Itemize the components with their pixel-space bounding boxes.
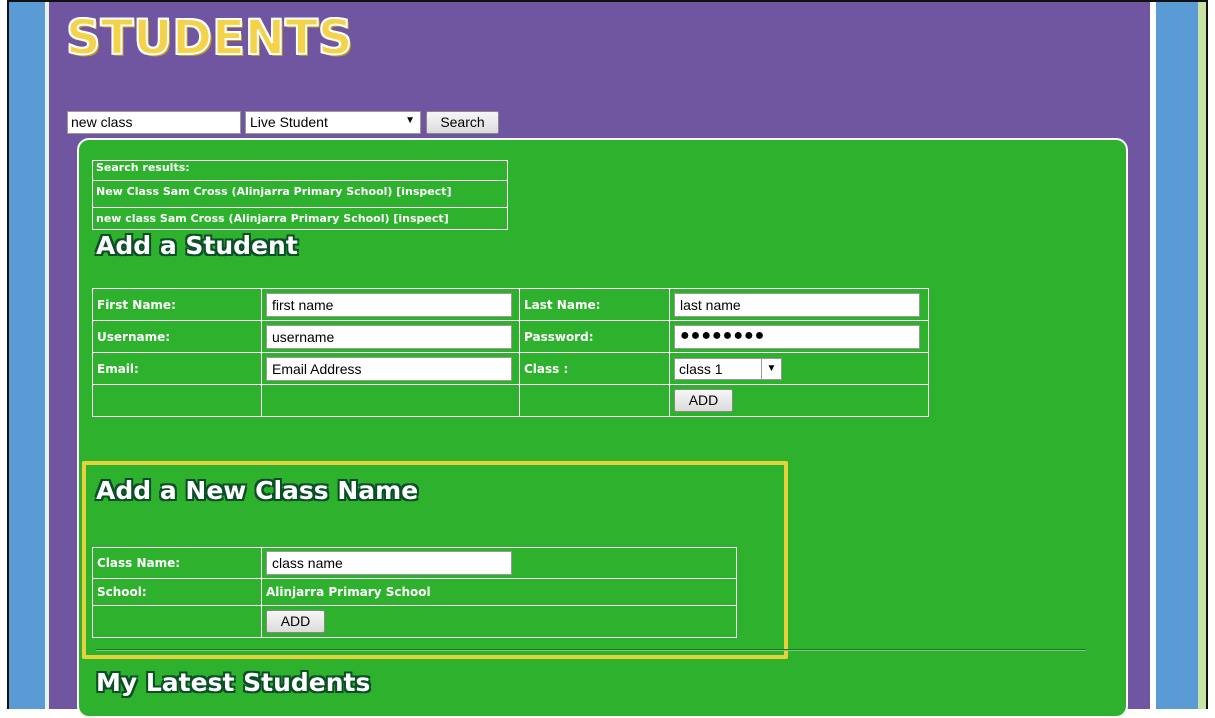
search-type-select[interactable]: Live Student ▼ bbox=[245, 111, 421, 134]
add-student-heading: Add a Student bbox=[96, 231, 298, 260]
search-input[interactable]: new class bbox=[67, 111, 241, 134]
last-name-field[interactable]: last name bbox=[674, 292, 920, 317]
password-label: Password: bbox=[519, 320, 670, 353]
add-student-button[interactable]: ADD bbox=[674, 389, 733, 412]
search-button[interactable]: Search bbox=[426, 111, 499, 134]
password-field[interactable]: ●●●●●●●● bbox=[674, 324, 920, 349]
empty-cell bbox=[261, 384, 520, 417]
search-results-title: Search results: bbox=[96, 161, 190, 174]
add-student-form: First Name: first name Last Name: last n… bbox=[92, 288, 929, 417]
class-name-label: Class Name: bbox=[92, 547, 262, 579]
class-name-field[interactable]: class name bbox=[266, 551, 512, 575]
add-class-button[interactable]: ADD bbox=[266, 610, 325, 633]
username-field[interactable]: username bbox=[266, 324, 512, 349]
students-logo: STUDENTS bbox=[65, 9, 353, 67]
empty-cell bbox=[92, 605, 262, 638]
latest-students-heading: My Latest Students bbox=[96, 668, 371, 697]
school-label: School: bbox=[92, 578, 262, 606]
email-field[interactable]: Email Address bbox=[266, 356, 512, 381]
email-label: Email: bbox=[92, 352, 262, 385]
chevron-down-icon: ▼ bbox=[405, 115, 415, 126]
school-value: Alinjarra Primary School bbox=[261, 578, 737, 606]
right-decorative-strip bbox=[1156, 2, 1198, 709]
first-name-label: First Name: bbox=[92, 288, 262, 321]
class-label: Class : bbox=[519, 352, 670, 385]
first-name-field[interactable]: first name bbox=[266, 292, 512, 317]
username-label: Username: bbox=[92, 320, 262, 353]
add-class-form: Class Name: class name School: Alinjarra… bbox=[92, 547, 737, 638]
empty-cell bbox=[92, 384, 262, 417]
last-name-label: Last Name: bbox=[519, 288, 670, 321]
empty-cell bbox=[519, 384, 670, 417]
class-select[interactable]: class 1 ▼ bbox=[674, 357, 782, 380]
search-result-item[interactable]: new class Sam Cross (Alinjarra Primary S… bbox=[92, 207, 508, 228]
class-select-value: class 1 bbox=[679, 360, 723, 377]
section-divider bbox=[96, 649, 1086, 651]
left-decorative-strip bbox=[9, 2, 45, 709]
add-class-heading: Add a New Class Name bbox=[96, 476, 419, 505]
search-type-value: Live Student bbox=[250, 114, 328, 130]
right-decorative-edge bbox=[1198, 2, 1206, 709]
chevron-down-icon: ▼ bbox=[761, 358, 781, 379]
search-result-item[interactable]: New Class Sam Cross (Alinjarra Primary S… bbox=[92, 180, 508, 201]
